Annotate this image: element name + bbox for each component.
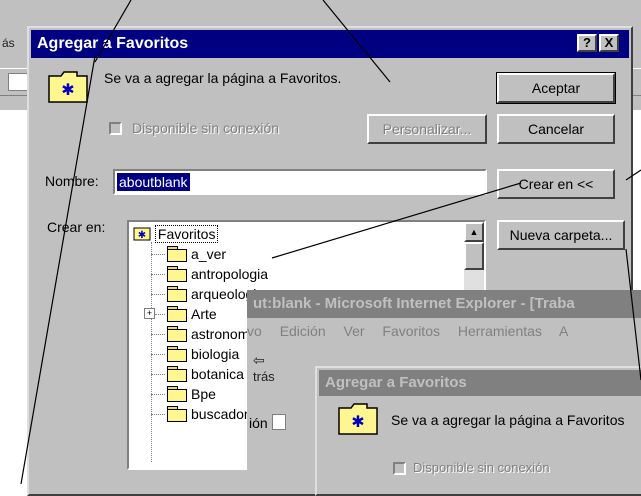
favorites-root-icon: ✱ xyxy=(133,227,151,241)
tree-item[interactable]: Bpe xyxy=(191,384,216,404)
back-button[interactable]: ⇦ trás xyxy=(253,352,275,384)
menu-item[interactable]: Ver xyxy=(344,323,365,339)
folder-icon xyxy=(167,266,187,282)
tree-line xyxy=(151,274,165,275)
folder-icon xyxy=(167,406,187,422)
folder-icon xyxy=(167,306,187,322)
tree-item-favoritos[interactable]: ✱ Favoritos xyxy=(133,224,219,244)
name-field[interactable]: aboutblank xyxy=(113,169,487,195)
expand-icon[interactable]: + xyxy=(144,308,155,319)
tree-line xyxy=(151,354,165,355)
customize-button[interactable]: Personalizar... xyxy=(367,114,487,144)
menu-item[interactable]: Herramientas xyxy=(458,323,542,339)
tree-line xyxy=(155,314,165,315)
svg-text:✱: ✱ xyxy=(351,412,364,431)
ie-title-bar: ut:blank - Microsoft Internet Explorer -… xyxy=(247,290,641,318)
dialog-title-bar: Agregar a Favoritos ? X xyxy=(31,30,629,58)
tree-item[interactable]: a_ver xyxy=(191,244,226,264)
tree-item[interactable]: biologia xyxy=(191,344,239,364)
menu-item[interactable]: Edición xyxy=(280,323,326,339)
help-button[interactable]: ? xyxy=(577,34,597,52)
tree-line xyxy=(151,414,165,415)
tree-line xyxy=(151,294,165,295)
add-favorites-dialog-inactive: Agregar a Favoritos ✱ Se va a agregar la… xyxy=(315,366,641,496)
offline-checkbox-2[interactable] xyxy=(393,462,406,475)
create-in-button[interactable]: Crear en << xyxy=(497,169,615,199)
tree-line xyxy=(151,394,165,395)
folder-icon xyxy=(167,286,187,302)
name-field-value: aboutblank xyxy=(117,173,190,191)
back-arrow-icon: ⇦ xyxy=(253,352,265,368)
back-label: trás xyxy=(253,369,275,384)
offline-checkbox-label: Disponible sin conexión xyxy=(132,120,280,136)
tree-line xyxy=(151,374,165,375)
dialog2-message: Se va a agregar la página a Favoritos xyxy=(391,412,625,428)
page-icon xyxy=(271,414,286,430)
scroll-up-icon[interactable]: ▲ xyxy=(464,222,484,242)
ok-button[interactable]: Aceptar xyxy=(496,72,616,104)
scroll-thumb[interactable] xyxy=(464,242,484,270)
folder-icon xyxy=(167,246,187,262)
svg-text:✱: ✱ xyxy=(138,230,146,241)
cancel-button[interactable]: Cancelar xyxy=(497,114,615,144)
folder-icon xyxy=(167,366,187,382)
favorites-folder-icon: ✱ xyxy=(337,402,379,436)
tree-line xyxy=(151,254,165,255)
svg-text:✱: ✱ xyxy=(61,80,74,99)
ie-menu-bar: vo Edición Ver Favoritos Herramientas A xyxy=(247,320,641,342)
create-in-label: Crear en: xyxy=(47,219,106,235)
folder-icon xyxy=(167,326,187,342)
tree-item[interactable]: botanica xyxy=(191,364,244,384)
menu-item[interactable]: vo xyxy=(247,323,262,339)
tree-root-label: Favoritos xyxy=(154,225,219,243)
background-address-icon xyxy=(8,73,28,91)
folder-icon xyxy=(167,346,187,362)
name-label: Nombre: xyxy=(45,173,99,189)
address-label-text: ión xyxy=(249,415,268,431)
offline-checkbox-2-label: Disponible sin conexión xyxy=(413,460,550,475)
folder-icon xyxy=(167,386,187,402)
tree-line xyxy=(151,334,165,335)
favorites-folder-icon: ✱ xyxy=(47,70,89,104)
new-folder-button[interactable]: Nueva carpeta... xyxy=(497,220,625,250)
close-button[interactable]: X xyxy=(599,34,619,52)
background-label: ás xyxy=(2,36,15,50)
menu-item[interactable]: A xyxy=(559,323,568,339)
dialog2-title-bar: Agregar a Favoritos xyxy=(319,370,641,396)
tree-item[interactable]: antropologia xyxy=(191,264,268,284)
offline-checkbox[interactable] xyxy=(109,122,122,135)
address-label: ión xyxy=(249,414,286,431)
dialog-title: Agregar a Favoritos xyxy=(37,35,189,52)
tree-line xyxy=(151,242,152,462)
dialog-message: Se va a agregar la página a Favoritos. xyxy=(104,70,342,86)
tree-item[interactable]: Arte xyxy=(191,304,217,324)
menu-item[interactable]: Favoritos xyxy=(382,323,440,339)
